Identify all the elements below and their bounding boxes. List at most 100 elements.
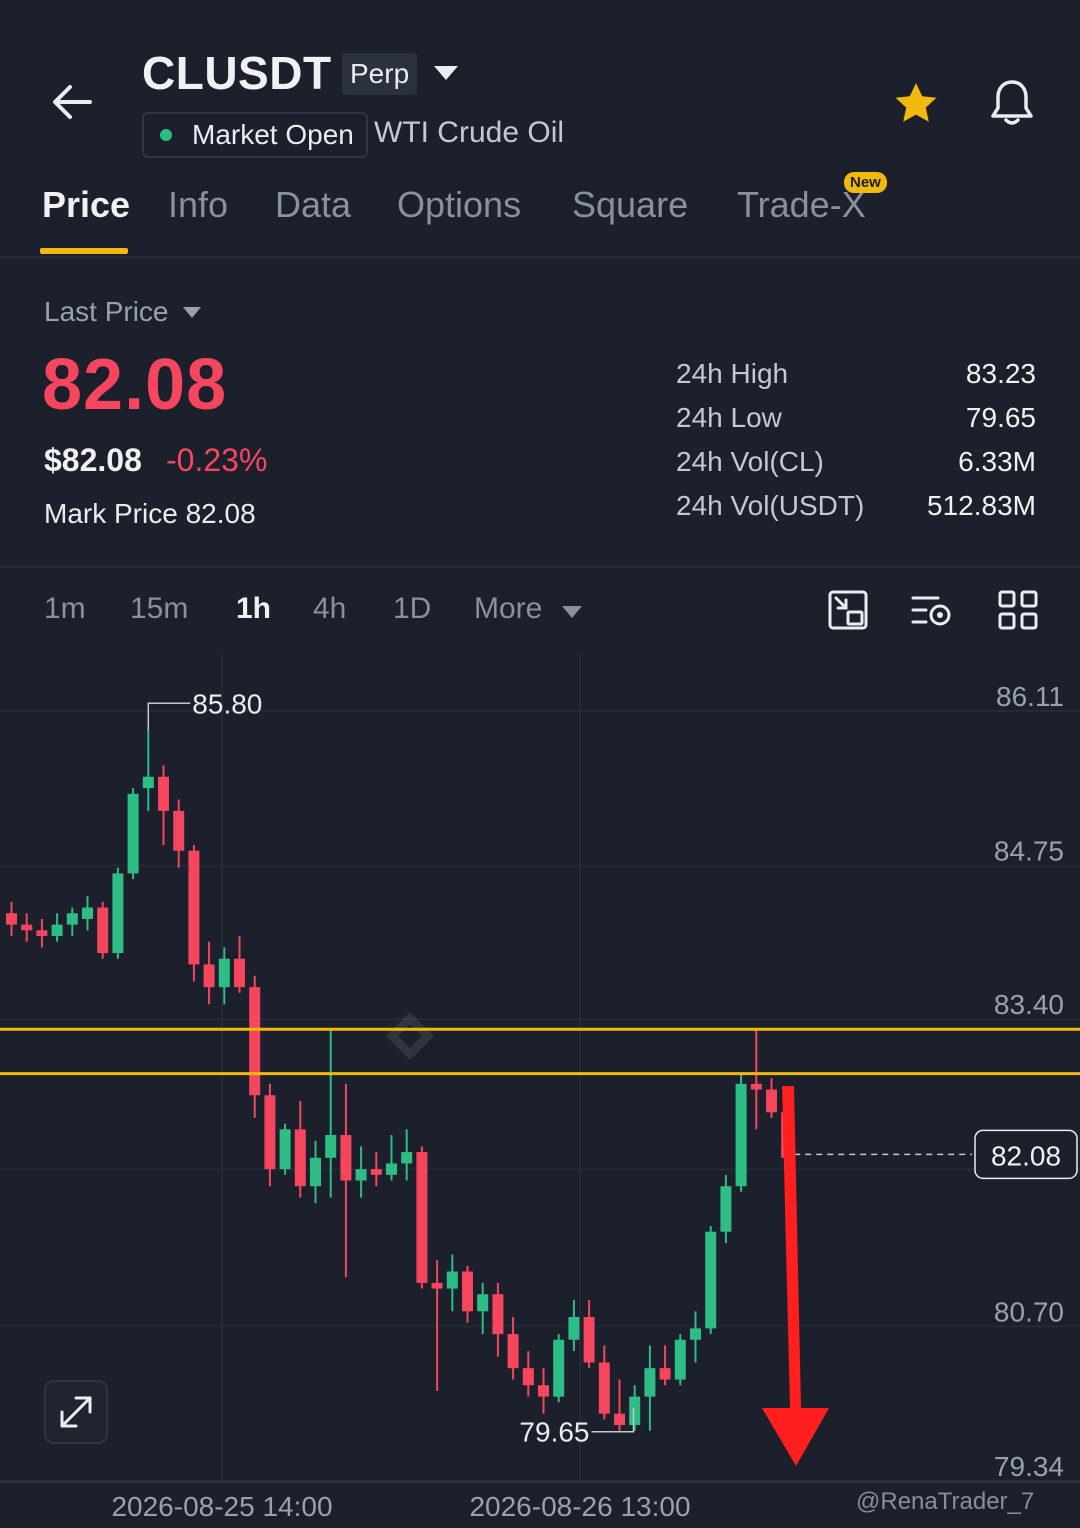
- new-badge: New: [844, 172, 887, 193]
- chevron-down-icon[interactable]: [434, 66, 458, 80]
- candle-body: [36, 930, 48, 936]
- mark-price-label: Mark Price: [44, 498, 178, 529]
- symbol-title: CLUSDT: [142, 47, 332, 99]
- stat-label-24h-low: 24h Low: [676, 402, 782, 433]
- active-tab-indicator: [40, 248, 128, 254]
- x-tick-label: 2026-08-25 14:00: [111, 1491, 332, 1522]
- candle-body: [386, 1163, 397, 1175]
- candle-body: [264, 1095, 276, 1170]
- high-marker-line: [147, 702, 191, 732]
- star-icon[interactable]: [892, 80, 940, 128]
- fullscreen-button[interactable]: [44, 1380, 108, 1444]
- candle-body: [97, 907, 109, 954]
- candle-body: [173, 810, 185, 851]
- candle-body: [538, 1385, 549, 1397]
- y-tick-label: 86.11: [996, 681, 1064, 712]
- high-annotation: 85.80: [192, 688, 262, 719]
- divider: [0, 256, 1080, 258]
- candle-body: [6, 913, 17, 925]
- back-arrow-icon[interactable]: [48, 78, 96, 126]
- usd-price: $82.08: [44, 442, 142, 478]
- candle-body: [644, 1368, 656, 1397]
- candle-body: [477, 1294, 489, 1312]
- interval-4h[interactable]: 4h: [313, 592, 346, 626]
- stat-value-24h-vol-usdt: 512.83M: [927, 490, 1036, 521]
- candle-body: [401, 1152, 413, 1164]
- down-arrow-annotation: [762, 1086, 829, 1466]
- interval-15m[interactable]: 15m: [130, 592, 188, 626]
- candle-body: [203, 964, 215, 988]
- stat-label-24h-vol-cl: 24h Vol(CL): [676, 446, 824, 477]
- candle-body: [416, 1152, 428, 1283]
- candle-body: [553, 1339, 565, 1397]
- candle-body: [355, 1169, 367, 1181]
- status-dot-icon: [160, 129, 172, 141]
- tab-price[interactable]: Price: [42, 184, 130, 226]
- bell-icon[interactable]: [986, 76, 1038, 128]
- candle-body: [51, 924, 63, 936]
- candle-body: [218, 958, 230, 988]
- candle-body: [750, 1083, 762, 1090]
- caret-down-icon: [562, 606, 582, 618]
- candle-body: [127, 793, 139, 874]
- interval-more[interactable]: More: [474, 592, 542, 626]
- low-annotation: 79.65: [519, 1417, 589, 1448]
- stat-value-24h-low: 79.65: [965, 402, 1036, 433]
- tab-info[interactable]: Info: [168, 184, 228, 226]
- grid-layout-icon[interactable]: [996, 588, 1040, 632]
- candle-body: [370, 1169, 382, 1175]
- candle-body: [735, 1083, 747, 1187]
- candle-body: [21, 924, 33, 931]
- mark-price: Mark Price 82.08: [44, 498, 256, 530]
- tab-options[interactable]: Options: [397, 184, 521, 226]
- candle-body: [446, 1271, 458, 1289]
- candle-body: [705, 1231, 717, 1329]
- stat-value-24h-high: 83.23: [965, 358, 1036, 389]
- stat-value-24h-vol-cl: 6.33M: [958, 446, 1036, 477]
- candle-body: [112, 873, 124, 954]
- caret-down-icon: [182, 306, 201, 318]
- instrument-name: WTI Crude Oil: [374, 116, 565, 149]
- market-status-badge: Market Open: [142, 112, 368, 158]
- interval-toolbar: 1m 15m 1h 4h 1D More: [0, 584, 1080, 644]
- candle-body: [492, 1294, 504, 1335]
- candle-body: [659, 1368, 671, 1380]
- last-price-selector[interactable]: Last Price: [44, 296, 201, 328]
- candle-body: [158, 776, 169, 811]
- candle-body: [294, 1129, 306, 1187]
- indicator-settings-icon[interactable]: [910, 588, 954, 632]
- candle-body: [674, 1339, 686, 1380]
- candle-body: [690, 1328, 701, 1340]
- last-price-label: Last Price: [44, 296, 169, 327]
- mark-price-value: 82.08: [185, 498, 256, 529]
- y-tick-label: 84.75: [994, 836, 1064, 867]
- interval-1m[interactable]: 1m: [44, 592, 86, 626]
- candlestick-chart[interactable]: 86.11 84.75 83.40 80.70 79.34 2026-08-25 14:0…: [0, 654, 1080, 1528]
- stat-label-24h-high: 24h High: [676, 358, 789, 389]
- interval-1d[interactable]: 1D: [393, 592, 431, 626]
- current-price-label: 82.08: [991, 1140, 1061, 1171]
- candle-body: [66, 913, 78, 925]
- interval-1h[interactable]: 1h: [236, 592, 271, 626]
- stat-label-24h-vol-usdt: 24h Vol(USDT): [676, 490, 865, 521]
- candle-body: [340, 1135, 352, 1181]
- author-watermark: @RenaTrader_7: [856, 1488, 1035, 1515]
- tab-square[interactable]: Square: [572, 184, 688, 226]
- contract-type-badge: Perp: [342, 53, 418, 95]
- y-tick-label: 79.34: [994, 1451, 1064, 1482]
- divider: [0, 566, 1080, 568]
- candle-body: [522, 1368, 534, 1386]
- candle-body: [249, 987, 261, 1096]
- low-marker-line: [591, 1407, 635, 1433]
- candle-body: [629, 1396, 641, 1426]
- candle-body: [310, 1157, 321, 1187]
- candle-body: [82, 907, 93, 919]
- candle-body: [766, 1089, 777, 1113]
- candle-body: [583, 1317, 595, 1363]
- candle-body: [598, 1362, 610, 1414]
- y-tick-label: 80.70: [994, 1296, 1064, 1327]
- tab-data[interactable]: Data: [275, 184, 351, 226]
- candle-body: [279, 1129, 291, 1170]
- price-change-percent: -0.23%: [166, 442, 268, 478]
- chart-resize-icon[interactable]: [826, 588, 870, 632]
